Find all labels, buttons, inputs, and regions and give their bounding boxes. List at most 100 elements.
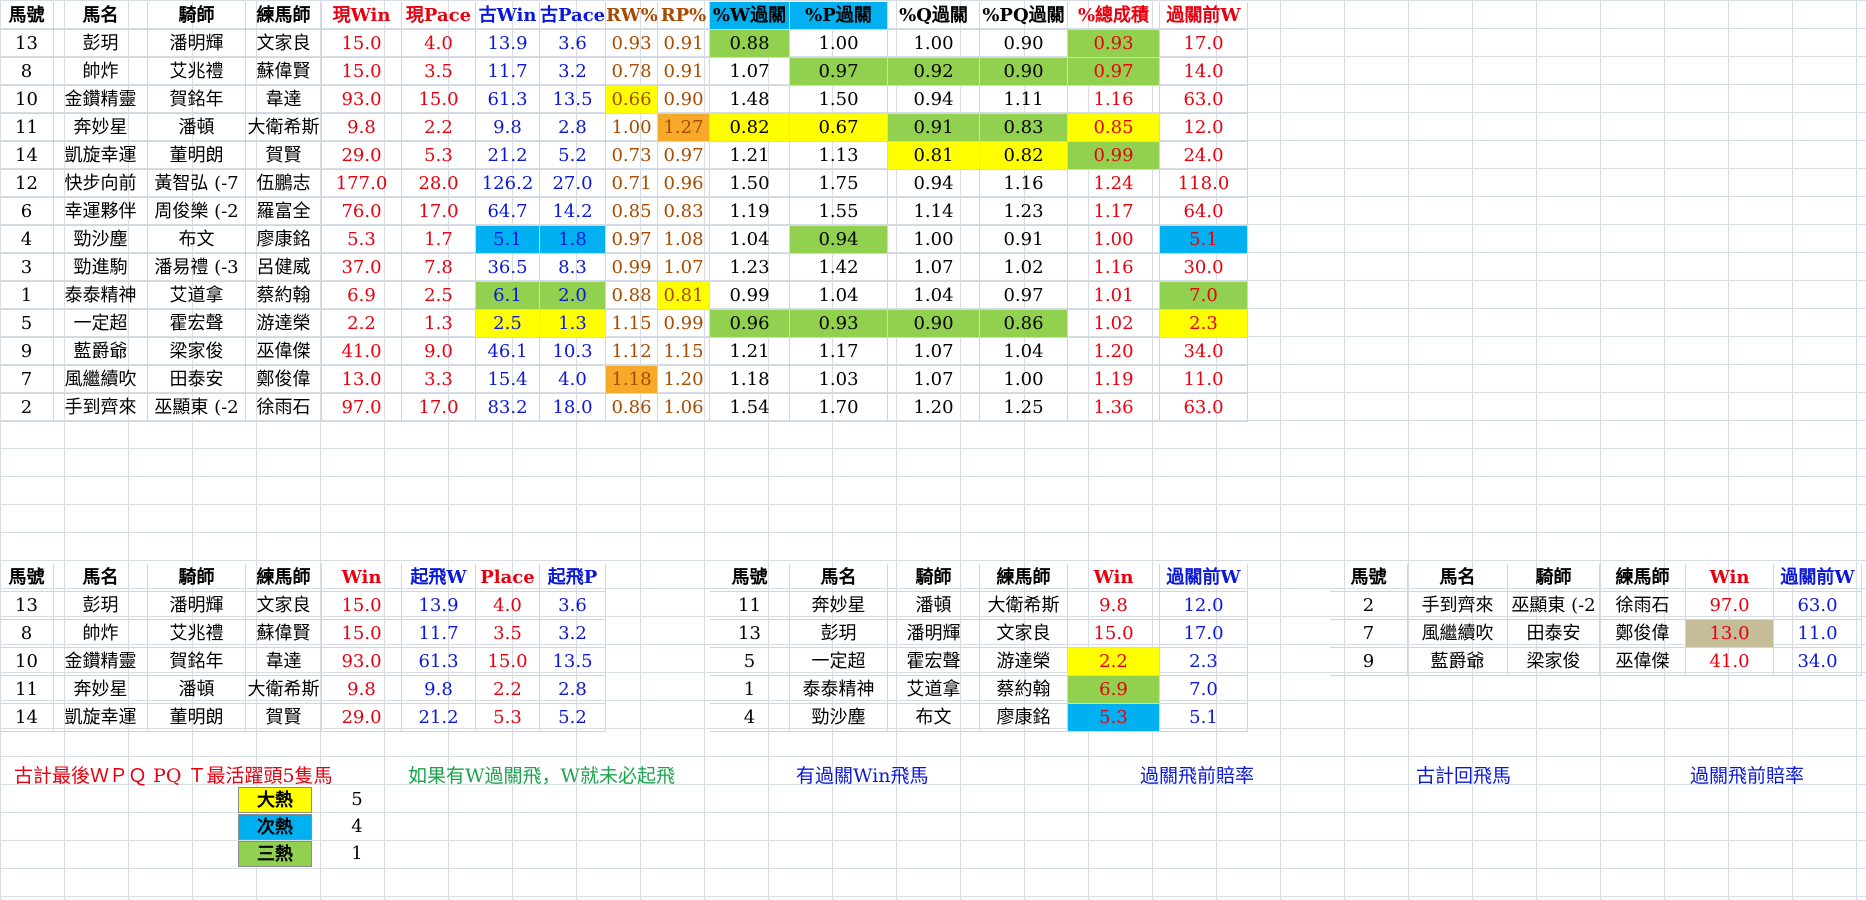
top-table-cell: 0.85 <box>606 198 658 226</box>
top-table-cell: 2.2 <box>322 310 402 338</box>
top-table-cell: 1.01 <box>1068 282 1160 310</box>
bl-header-cell: 馬名 <box>54 564 148 592</box>
top-table-cell: 0.99 <box>710 282 790 310</box>
top-table-cell: 徐雨石 <box>246 394 322 422</box>
br-table-cell: 風繼續吹 <box>1408 620 1508 648</box>
legend-label: 三熱 <box>238 841 312 867</box>
bl-table-cell: 14 <box>0 704 54 732</box>
top-header-cell: 練馬師 <box>246 2 322 30</box>
top-table-cell: 0.90 <box>980 30 1068 58</box>
top-table-cell: 5.1 <box>476 226 540 254</box>
bl-table-cell: 潘明輝 <box>148 592 246 620</box>
top-table-cell: 1.20 <box>1068 338 1160 366</box>
br-table-cell: 2 <box>1330 592 1408 620</box>
top-table-cell: 0.99 <box>658 310 710 338</box>
bl-table-cell: 61.3 <box>402 648 476 676</box>
note-pre-odds-mid: 過關飛前賠率 <box>1140 765 1255 787</box>
br-table-cell: 11.0 <box>1774 620 1862 648</box>
br-table-cell: 巫偉傑 <box>1600 648 1686 676</box>
top-table-cell: 1.20 <box>658 366 710 394</box>
top-table-cell: 7 <box>0 366 54 394</box>
top-table-cell: 1.02 <box>980 254 1068 282</box>
top-table-cell: 3.5 <box>402 58 476 86</box>
top-table-cell: 13.0 <box>322 366 402 394</box>
top-table-cell: 幸運夥伴 <box>54 198 148 226</box>
bl-table-cell: 5.2 <box>540 704 606 732</box>
top-table-cell: 5.3 <box>402 142 476 170</box>
bl-table-cell: 賀賢 <box>246 704 322 732</box>
top-table-cell: 1.21 <box>710 338 790 366</box>
top-table-cell: 奔妙星 <box>54 114 148 142</box>
top-table-cell: 6.1 <box>476 282 540 310</box>
top-table-cell: 1.16 <box>1068 254 1160 282</box>
top-table-cell: 3.6 <box>540 30 606 58</box>
bl-table-cell: 帥炸 <box>54 620 148 648</box>
top-table-cell: 0.83 <box>980 114 1068 142</box>
bl-header-cell: 馬號 <box>0 564 54 592</box>
top-table-cell: 5.2 <box>540 142 606 170</box>
top-table-cell: 1.06 <box>658 394 710 422</box>
top-table-cell: 0.85 <box>1068 114 1160 142</box>
top-table-cell: 1.07 <box>888 366 980 394</box>
top-table-cell: 1.55 <box>790 198 888 226</box>
top-table-cell: 0.82 <box>710 114 790 142</box>
top-table-cell: 12.0 <box>1160 114 1248 142</box>
top-table-cell: 9.8 <box>322 114 402 142</box>
br-table-cell: 田泰安 <box>1508 620 1600 648</box>
br-table-cell: 34.0 <box>1774 648 1862 676</box>
top-header-cell: %P過關 <box>790 2 888 30</box>
br-header-cell: 騎師 <box>1508 564 1600 592</box>
bl-table-cell: 3.5 <box>476 620 540 648</box>
top-table-cell: 0.96 <box>710 310 790 338</box>
bl-table-cell: 8 <box>0 620 54 648</box>
br-table-cell: 巫顯東 (-2 <box>1508 592 1600 620</box>
top-table-cell: 12 <box>0 170 54 198</box>
bm-table-cell: 游達榮 <box>980 648 1068 676</box>
top-table-cell: 18.0 <box>540 394 606 422</box>
top-table-cell: 0.81 <box>888 142 980 170</box>
bm-table-cell: 潘頓 <box>888 592 980 620</box>
bm-header-cell: 騎師 <box>888 564 980 592</box>
top-table-cell: 0.81 <box>658 282 710 310</box>
bl-header-cell: Place <box>476 564 540 592</box>
top-table-cell: 田泰安 <box>148 366 246 394</box>
bm-table-cell: 勁沙塵 <box>790 704 888 732</box>
bl-table-cell: 金鑽精靈 <box>54 648 148 676</box>
top-table-cell: 9.0 <box>402 338 476 366</box>
legend-count: 1 <box>351 843 363 864</box>
br-table-cell: 鄭俊偉 <box>1600 620 1686 648</box>
top-table-cell: 1.75 <box>790 170 888 198</box>
top-table-cell: 1.04 <box>980 338 1068 366</box>
bm-table-cell: 6.9 <box>1068 676 1160 704</box>
top-table-cell: 1.23 <box>980 198 1068 226</box>
top-table-cell: 0.90 <box>980 58 1068 86</box>
top-table-cell: 1.18 <box>606 366 658 394</box>
bl-table-cell: 韋達 <box>246 648 322 676</box>
br-table-cell: 藍爵爺 <box>1408 648 1508 676</box>
top-table-cell: 霍宏聲 <box>148 310 246 338</box>
top-table-cell: 17.0 <box>402 198 476 226</box>
top-table-cell: 93.0 <box>322 86 402 114</box>
bl-table-cell: 13 <box>0 592 54 620</box>
br-table-cell: 13.0 <box>1686 620 1774 648</box>
top-table-cell: 韋達 <box>246 86 322 114</box>
top-table-cell: 0.93 <box>1068 30 1160 58</box>
top-table-cell: 0.73 <box>606 142 658 170</box>
bl-table-cell: 3.2 <box>540 620 606 648</box>
top-table-cell: 1.07 <box>888 338 980 366</box>
top-table-cell: 0.91 <box>888 114 980 142</box>
top-table-cell: 泰泰精神 <box>54 282 148 310</box>
top-table-cell: 1.07 <box>658 254 710 282</box>
top-table-cell: 大衛希斯 <box>246 114 322 142</box>
top-table-cell: 1.17 <box>1068 198 1160 226</box>
bl-table-cell: 13.5 <box>540 648 606 676</box>
top-table-cell: 1.03 <box>790 366 888 394</box>
bl-table-cell: 凱旋幸運 <box>54 704 148 732</box>
top-header-cell: %總成積 <box>1068 2 1160 30</box>
bl-header-cell: 練馬師 <box>246 564 322 592</box>
top-table-cell: 彭玥 <box>54 30 148 58</box>
top-table-cell: 0.97 <box>980 282 1068 310</box>
br-table-cell: 手到齊來 <box>1408 592 1508 620</box>
top-table-cell: 6 <box>0 198 54 226</box>
top-header-cell: 古Pace <box>540 2 606 30</box>
